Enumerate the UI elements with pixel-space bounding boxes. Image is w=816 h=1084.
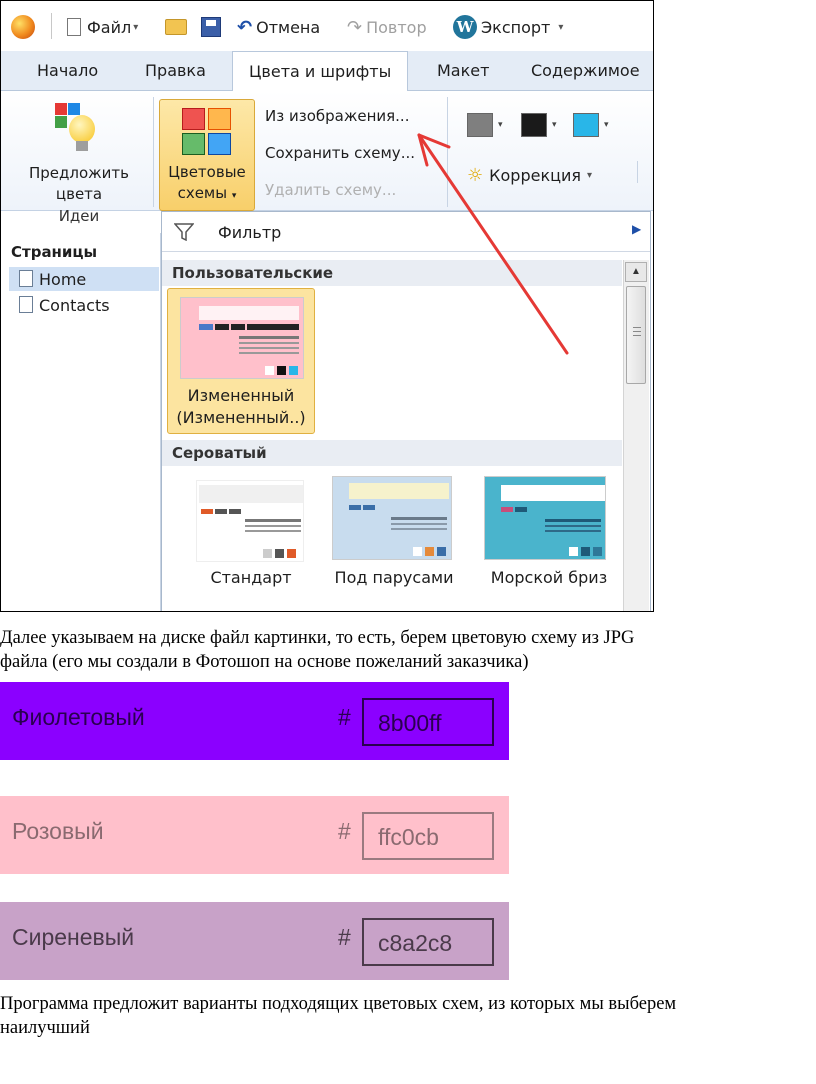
hex-input[interactable]: 8b00ff [362, 698, 494, 746]
app-screenshot: Файл ▾ ↶ Отмена ↷ Повтор W Экспорт ▾ Начал… [0, 0, 654, 612]
color-name: Розовый [12, 818, 104, 844]
color-row-violet: Фиолетовый # 8b00ff [0, 682, 509, 760]
paragraph-1: Далее указываем на диске файл картинки, … [0, 626, 634, 674]
paragraph-2: Программа предложит варианты подходящих … [0, 992, 676, 1040]
hash-symbol: # [338, 704, 351, 730]
paragraph-2-line1: Программа предложит варианты подходящих … [0, 994, 677, 1014]
hex-input[interactable]: c8a2c8 [362, 918, 494, 966]
hex-input[interactable]: ffc0cb [362, 812, 494, 860]
color-name: Фиолетовый [12, 704, 145, 730]
color-row-pink: Розовый # ffc0cb [0, 796, 509, 874]
paragraph-2-line2: наилучший [0, 1018, 90, 1038]
color-row-lilac: Сиреневый # c8a2c8 [0, 902, 509, 980]
hash-symbol: # [338, 818, 351, 844]
paragraph-1-line1: Далее указываем на диске файл картинки, … [0, 628, 635, 648]
color-name: Сиреневый [12, 924, 135, 950]
annotation-arrow [417, 133, 569, 355]
hash-symbol: # [338, 924, 351, 950]
paragraph-1-line2: файла (его мы создали в Фотошоп на основ… [0, 652, 529, 672]
